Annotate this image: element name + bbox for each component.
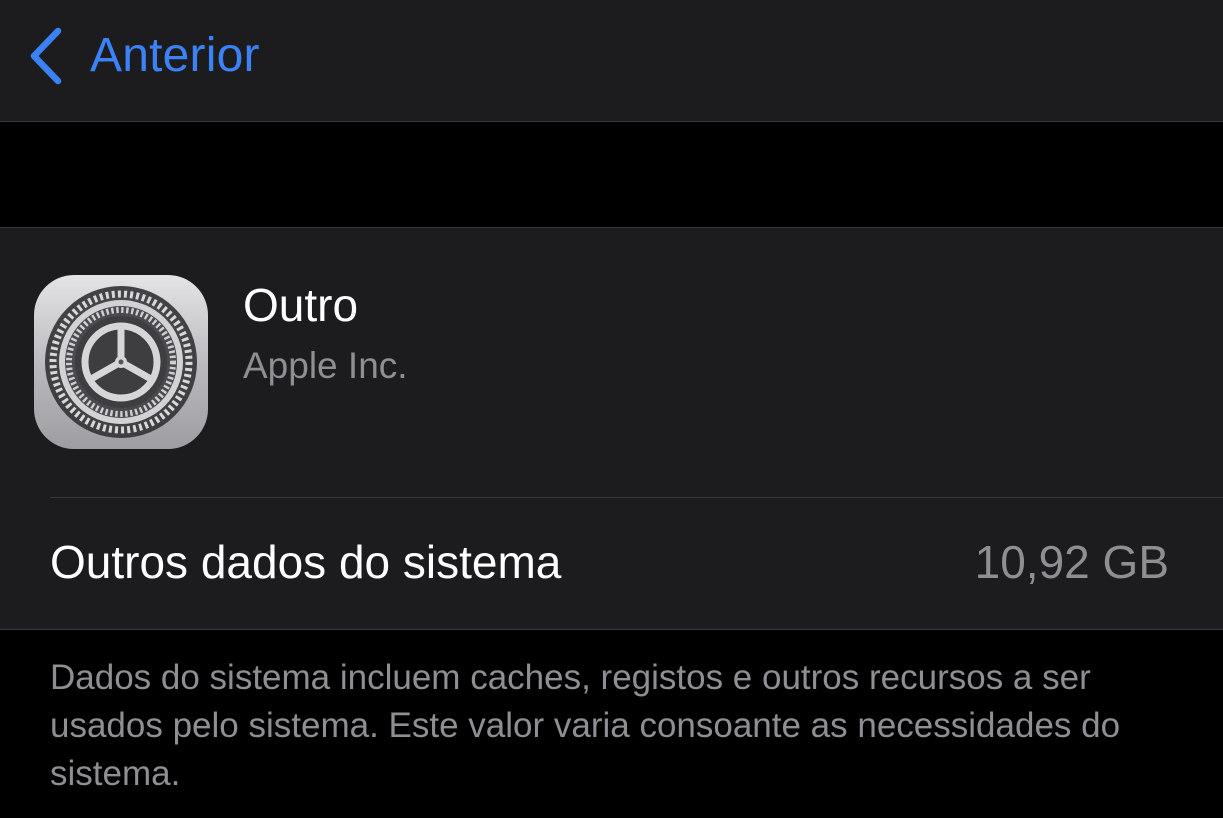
chevron-left-icon [26, 27, 64, 85]
system-data-description: Dados do sistema incluem caches, registo… [50, 658, 1121, 793]
system-data-size: 10,92 GB [974, 536, 1169, 588]
back-label: Anterior [90, 29, 260, 82]
back-button[interactable]: Anterior [26, 20, 260, 92]
navigation-bar: Anterior [0, 0, 1223, 122]
system-data-label: Outros dados do sistema [50, 536, 562, 588]
app-name: Outro [243, 279, 359, 331]
app-vendor: Apple Inc. [243, 345, 408, 386]
settings-gear-icon [34, 275, 208, 449]
system-data-row: Outros dados do sistema 10,92 GB [0, 498, 1223, 630]
storage-detail-page: Anterior Outro Apple Inc. Outros dados d… [0, 0, 1223, 818]
app-storage-group: Outro Apple Inc. Outros dados do sistema… [0, 227, 1223, 630]
app-header-row: Outro Apple Inc. [0, 228, 1223, 498]
